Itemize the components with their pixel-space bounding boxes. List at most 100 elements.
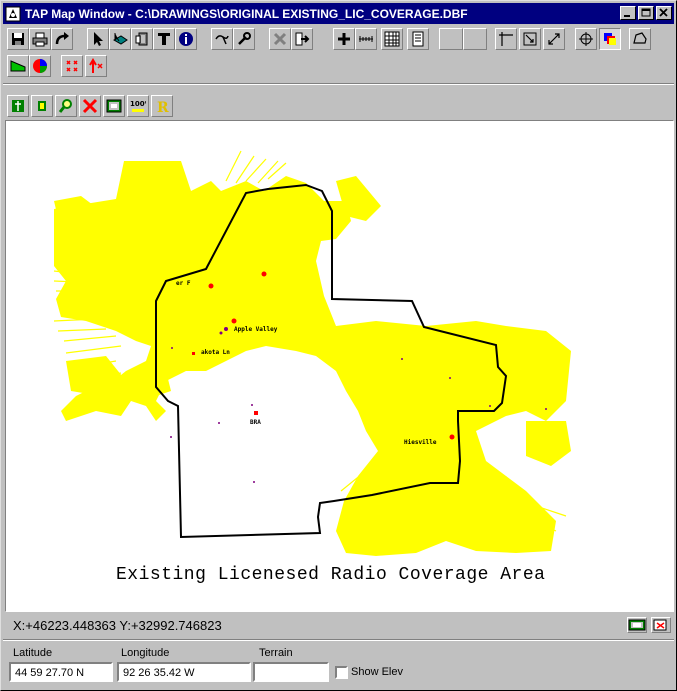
map-view-icon [628, 619, 646, 631]
cancel-button[interactable] [79, 95, 101, 117]
resize-icon [523, 32, 537, 46]
tools-toolbar: 100% R [3, 93, 674, 119]
resize-button[interactable] [519, 28, 541, 50]
map-label-hiesville: Hiesville [404, 439, 437, 446]
cursor-coordinates: X:+46223.448363 Y:+32992.746823 [13, 618, 222, 633]
diagonal-button[interactable] [543, 28, 565, 50]
window-title: TAP Map Window - C:\DRAWINGS\ORIGINAL EX… [25, 6, 468, 21]
maximize-button[interactable] [638, 6, 654, 20]
crosshair-button[interactable] [495, 28, 517, 50]
print-button[interactable] [29, 28, 51, 50]
terrain-field[interactable] [253, 662, 329, 682]
print-icon [32, 32, 48, 47]
map-label-tr: er F [176, 280, 191, 287]
title-bar[interactable]: TAP Map Window - C:\DRAWINGS\ORIGINAL EX… [3, 3, 674, 24]
wrench-button[interactable] [233, 28, 255, 50]
layers-icon [604, 33, 616, 45]
svg-text:R: R [157, 100, 169, 114]
redo-button[interactable] [51, 28, 73, 50]
fill-button[interactable] [131, 28, 153, 50]
longitude-field[interactable]: 92 26 35.42 W [117, 662, 251, 682]
minimize-icon [624, 15, 630, 17]
map-label-akota: akota Ln [201, 349, 230, 356]
cancel-icon [82, 98, 98, 114]
area-button[interactable] [7, 55, 29, 77]
wrench-icon [238, 32, 251, 45]
longitude-label: Longitude [121, 647, 170, 659]
import-button[interactable] [291, 28, 313, 50]
crosshair-icon [499, 32, 513, 46]
delete-button[interactable] [269, 28, 291, 50]
show-elev-checkbox[interactable] [335, 666, 348, 679]
map-canvas[interactable]: Apple Valley akota Ln BRA Hiesville er F… [5, 120, 674, 612]
notes-icon [412, 31, 424, 47]
map-label-bra: BRA [250, 419, 261, 426]
globe-button[interactable] [29, 55, 51, 77]
show-elev-label: Show Elev [351, 666, 403, 678]
status-map-button[interactable] [627, 617, 647, 633]
location-fields: Latitude 44 59 27.70 N Longitude 92 26 3… [3, 641, 674, 689]
layers-button[interactable] [599, 28, 621, 50]
polygon-icon [633, 32, 647, 44]
map-caption: Existing Licenesed Radio Coverage Area [116, 565, 546, 585]
stations-icon [66, 60, 78, 72]
radius-icon: R [157, 100, 169, 114]
secondary-toolbar [3, 53, 674, 79]
ruler-button[interactable] [355, 28, 377, 50]
select-layer-button[interactable] [109, 28, 131, 50]
zoom-button[interactable] [55, 95, 77, 117]
marker-icon [38, 101, 46, 111]
arrow-up-icon [89, 58, 103, 73]
save-button[interactable] [7, 28, 29, 50]
info-icon [179, 32, 193, 46]
pointer-button[interactable] [87, 28, 109, 50]
polygon-button[interactable] [629, 28, 651, 50]
blank-button-1[interactable] [439, 28, 463, 50]
minimize-button[interactable] [620, 6, 636, 20]
map-label-apple-valley: Apple Valley [234, 326, 278, 333]
app-icon [5, 6, 21, 21]
fill-icon [135, 32, 148, 46]
notes-button[interactable] [407, 28, 429, 50]
globe-icon [33, 59, 47, 73]
marker-button[interactable] [31, 95, 53, 117]
site-button[interactable] [7, 95, 29, 117]
close-icon [659, 8, 668, 17]
stations-button[interactable] [61, 55, 83, 77]
blank-button-2[interactable] [463, 28, 487, 50]
svg-text:100%: 100% [130, 100, 146, 108]
text-icon [158, 33, 170, 45]
info-button[interactable] [175, 28, 197, 50]
select-layer-icon [112, 33, 128, 45]
latitude-label: Latitude [13, 647, 53, 659]
status-export-button[interactable] [651, 617, 671, 633]
status-bar: X:+46223.448363 Y:+32992.746823 [3, 615, 674, 637]
grid-icon [384, 31, 400, 47]
tap-map-window: TAP Map Window - C:\DRAWINGS\ORIGINAL EX… [0, 0, 677, 691]
text-button[interactable] [153, 28, 175, 50]
main-toolbar [3, 27, 674, 53]
arrow-up-button[interactable] [85, 55, 107, 77]
lasso-button[interactable] [211, 28, 233, 50]
grid-button[interactable] [381, 28, 403, 50]
map-button[interactable] [103, 95, 125, 117]
pan-button[interactable] [575, 28, 597, 50]
zoom-100-button[interactable]: 100% [127, 95, 149, 117]
save-icon [12, 33, 24, 45]
zoom-100-icon: 100% [130, 100, 146, 112]
close-button[interactable] [656, 6, 672, 20]
ruler-icon [359, 36, 373, 42]
add-icon [338, 33, 350, 45]
maximize-icon [641, 8, 651, 17]
terrain-label: Terrain [259, 647, 293, 659]
redo-icon [55, 32, 69, 45]
export-icon [653, 619, 667, 631]
radius-button[interactable]: R [151, 95, 173, 117]
import-icon [295, 32, 310, 46]
pan-icon [579, 32, 593, 46]
toolbar-separator [3, 83, 674, 85]
coverage-map [53, 150, 571, 556]
latitude-field[interactable]: 44 59 27.70 N [9, 662, 113, 682]
diagonal-icon [548, 33, 560, 45]
add-button[interactable] [333, 28, 355, 50]
